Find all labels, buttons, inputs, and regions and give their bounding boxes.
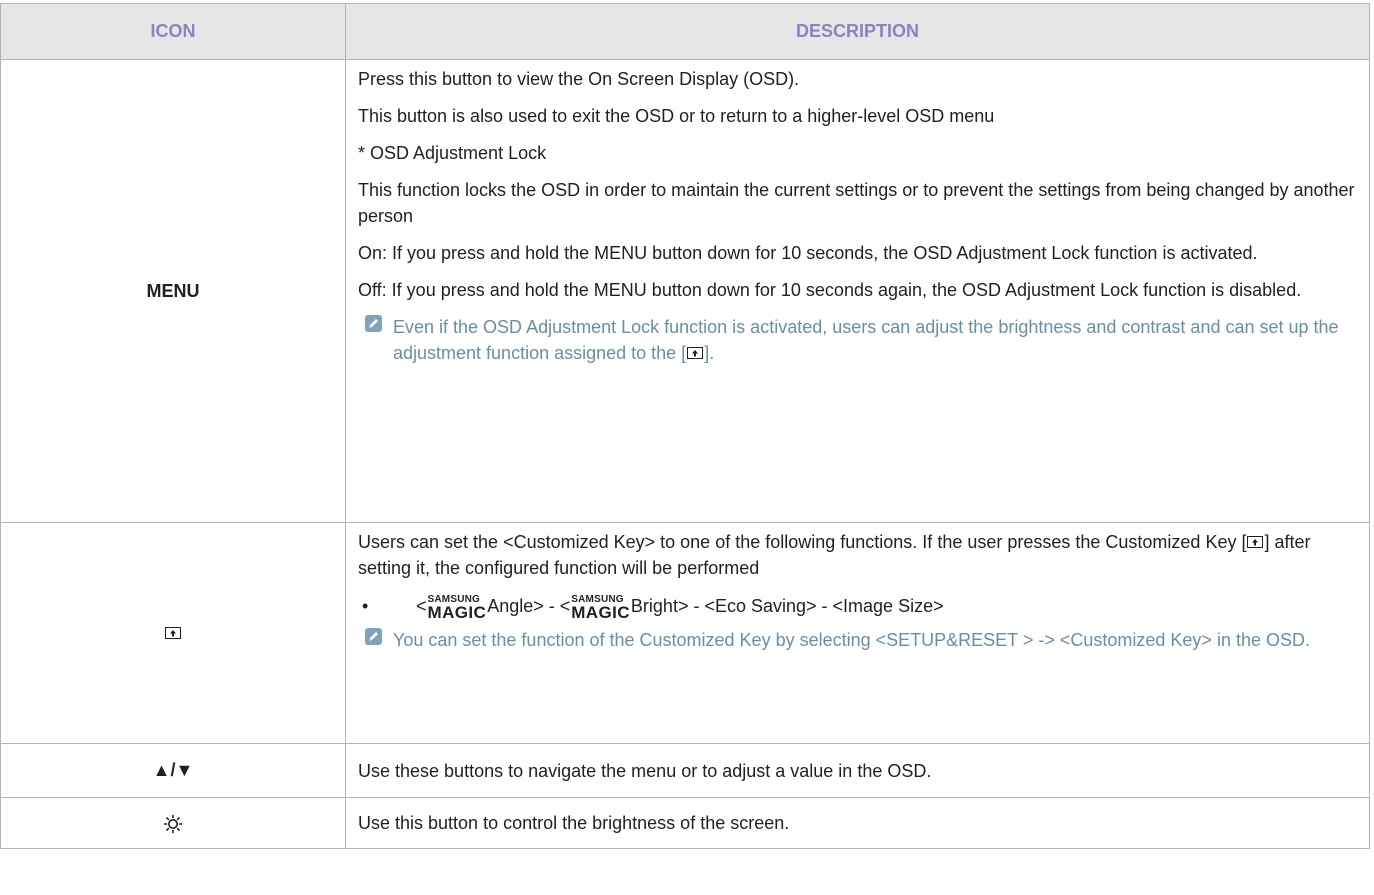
menu-paragraph: Press this button to view the On Screen … xyxy=(358,69,800,89)
option-open: < xyxy=(416,596,427,616)
table-row-brightness: Use this button to control the brightnes… xyxy=(0,797,1370,849)
customized-key-icon-cell xyxy=(0,522,346,744)
menu-paragraph: * OSD Adjustment Lock xyxy=(358,143,547,163)
option-angle: Angle> - < xyxy=(487,596,571,616)
table-row-arrows: ▲/▼ Use these buttons to navigate the me… xyxy=(0,743,1370,798)
customized-key-description: Users can set the <Customized Key> to on… xyxy=(345,522,1370,744)
customized-key-note-text: You can set the function of the Customiz… xyxy=(393,630,1310,650)
brightness-sun-icon xyxy=(163,812,183,833)
customized-key-note: You can set the function of the Customiz… xyxy=(358,627,1357,653)
menu-description: Press this button to view the On Screen … xyxy=(345,59,1370,523)
header-icon: ICON xyxy=(0,3,346,60)
customized-key-icon xyxy=(1246,535,1264,549)
samsung-magic-logo: SAMSUNG MAGIC xyxy=(571,595,630,622)
brightness-description: Use this button to control the brightnes… xyxy=(345,797,1370,849)
menu-paragraph: On: If you press and hold the MENU butto… xyxy=(358,243,1258,263)
customized-key-intro: Users can set the <Customized Key> to on… xyxy=(358,529,1357,581)
table-header-row: ICON DESCRIPTION xyxy=(0,3,1370,60)
menu-paragraph: This button is also used to exit the OSD… xyxy=(358,106,995,126)
menu-paragraph: This function locks the OSD in order to … xyxy=(358,180,1355,226)
customized-key-icon xyxy=(686,346,704,360)
customized-key-icon xyxy=(164,626,182,640)
samsung-magic-logo: SAMSUNG MAGIC xyxy=(427,595,487,622)
magic-logo-bottom: MAGIC xyxy=(571,603,630,622)
table-row-menu: MENU Press this button to view the On Sc… xyxy=(0,59,1370,523)
brightness-icon-cell xyxy=(0,797,346,849)
menu-note-text: Even if the OSD Adjustment Lock function… xyxy=(393,317,1339,363)
option-bright: Bright> - <Eco Saving> - <Image Size> xyxy=(630,596,944,616)
menu-note-text-end: ]. xyxy=(704,343,715,363)
note-pencil-icon xyxy=(365,628,382,645)
menu-note: Even if the OSD Adjustment Lock function… xyxy=(358,314,1357,366)
customized-key-options: • < SAMSUNG MAGIC Angle> - < SAMSUNG MAGIC Bri… xyxy=(358,593,1357,622)
customized-key-intro-part1: Users can set the <Customized Key> to on… xyxy=(358,532,1247,552)
header-description: DESCRIPTION xyxy=(345,3,1370,60)
arrows-description: Use these buttons to navigate the menu o… xyxy=(345,743,1370,798)
arrows-label: ▲/▼ xyxy=(0,743,346,798)
button-description-table: ICON DESCRIPTION MENU Press this button … xyxy=(0,3,1370,849)
table-row-customized-key: Users can set the <Customized Key> to on… xyxy=(0,522,1370,744)
menu-label: MENU xyxy=(0,59,346,523)
bullet: • xyxy=(362,596,369,616)
menu-paragraph: Off: If you press and hold the MENU butt… xyxy=(358,280,1302,300)
note-pencil-icon xyxy=(365,315,382,332)
magic-logo-bottom: MAGIC xyxy=(427,603,487,622)
